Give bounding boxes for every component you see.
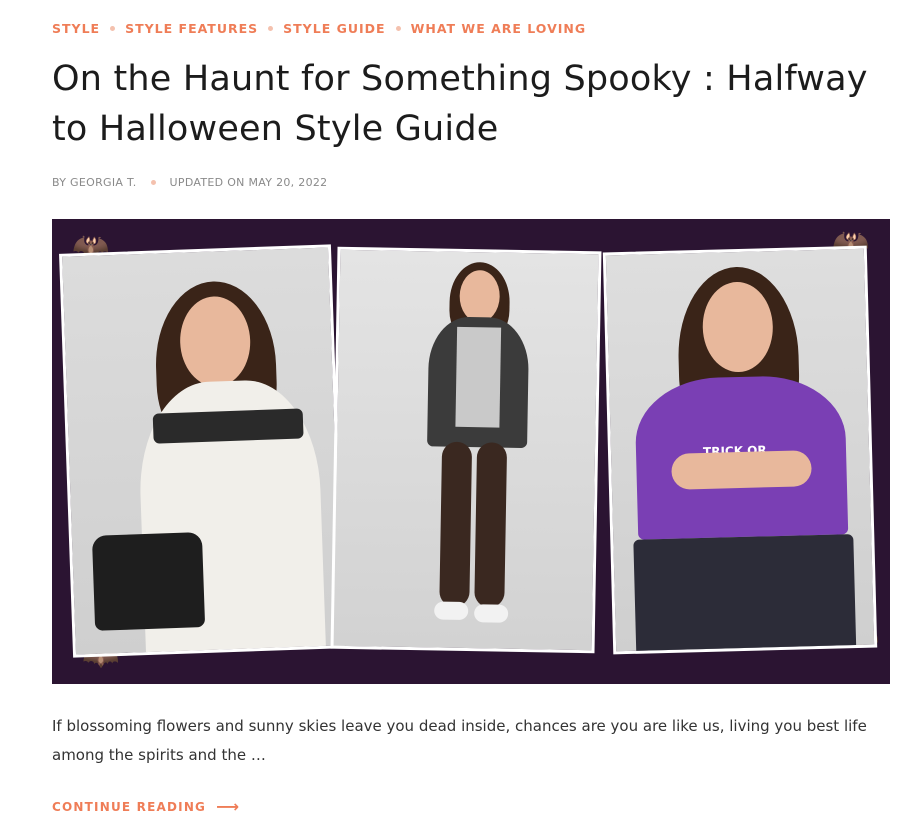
printed-skirt — [633, 534, 857, 655]
separator-dot — [110, 26, 116, 31]
category-link-style-features[interactable]: STYLE FEATURES — [125, 21, 258, 36]
continue-reading-label: CONTINUE READING — [52, 799, 207, 814]
post-excerpt: If blossoming flowers and sunny skies le… — [52, 717, 867, 764]
separator-dot — [268, 26, 274, 31]
spiderweb-purse — [91, 532, 206, 631]
post-title[interactable]: On the Haunt for Something Spooky : Half… — [52, 54, 872, 154]
post-meta: BY GEORGIA T. UPDATED ON MAY 20, 2022 — [52, 176, 327, 189]
photo-hoodie-outfit — [330, 246, 602, 654]
author-byline[interactable]: BY GEORGIA T. — [52, 176, 137, 189]
sneaker-right — [473, 604, 509, 623]
category-link-style[interactable]: STYLE — [52, 21, 100, 36]
photo-sweater-outfit — [59, 244, 345, 658]
category-link-style-guide[interactable]: STYLE GUIDE — [283, 21, 385, 36]
folded-arms — [671, 450, 812, 490]
figure-tee — [455, 326, 502, 428]
sneaker-left — [434, 601, 469, 621]
continue-reading-link[interactable]: CONTINUE READING ⟶ — [52, 797, 240, 816]
photo-purple-tee-outfit: TRICK OR — [602, 245, 878, 655]
category-link-what-we-are-loving[interactable]: WHAT WE ARE LOVING — [411, 21, 587, 36]
bat-knit-band — [152, 408, 304, 444]
category-list: STYLE STYLE FEATURES STYLE GUIDE WHAT WE… — [52, 21, 586, 36]
updated-date: UPDATED ON MAY 20, 2022 — [169, 176, 328, 189]
separator-dot — [395, 26, 401, 31]
arrow-right-icon: ⟶ — [216, 797, 241, 816]
bat-legging-right — [474, 442, 508, 608]
separator-dot — [150, 180, 156, 185]
bat-legging-left — [439, 441, 473, 608]
featured-image[interactable]: 🦇 🦇 🦇 🦇 TRICK OR — [52, 219, 890, 684]
